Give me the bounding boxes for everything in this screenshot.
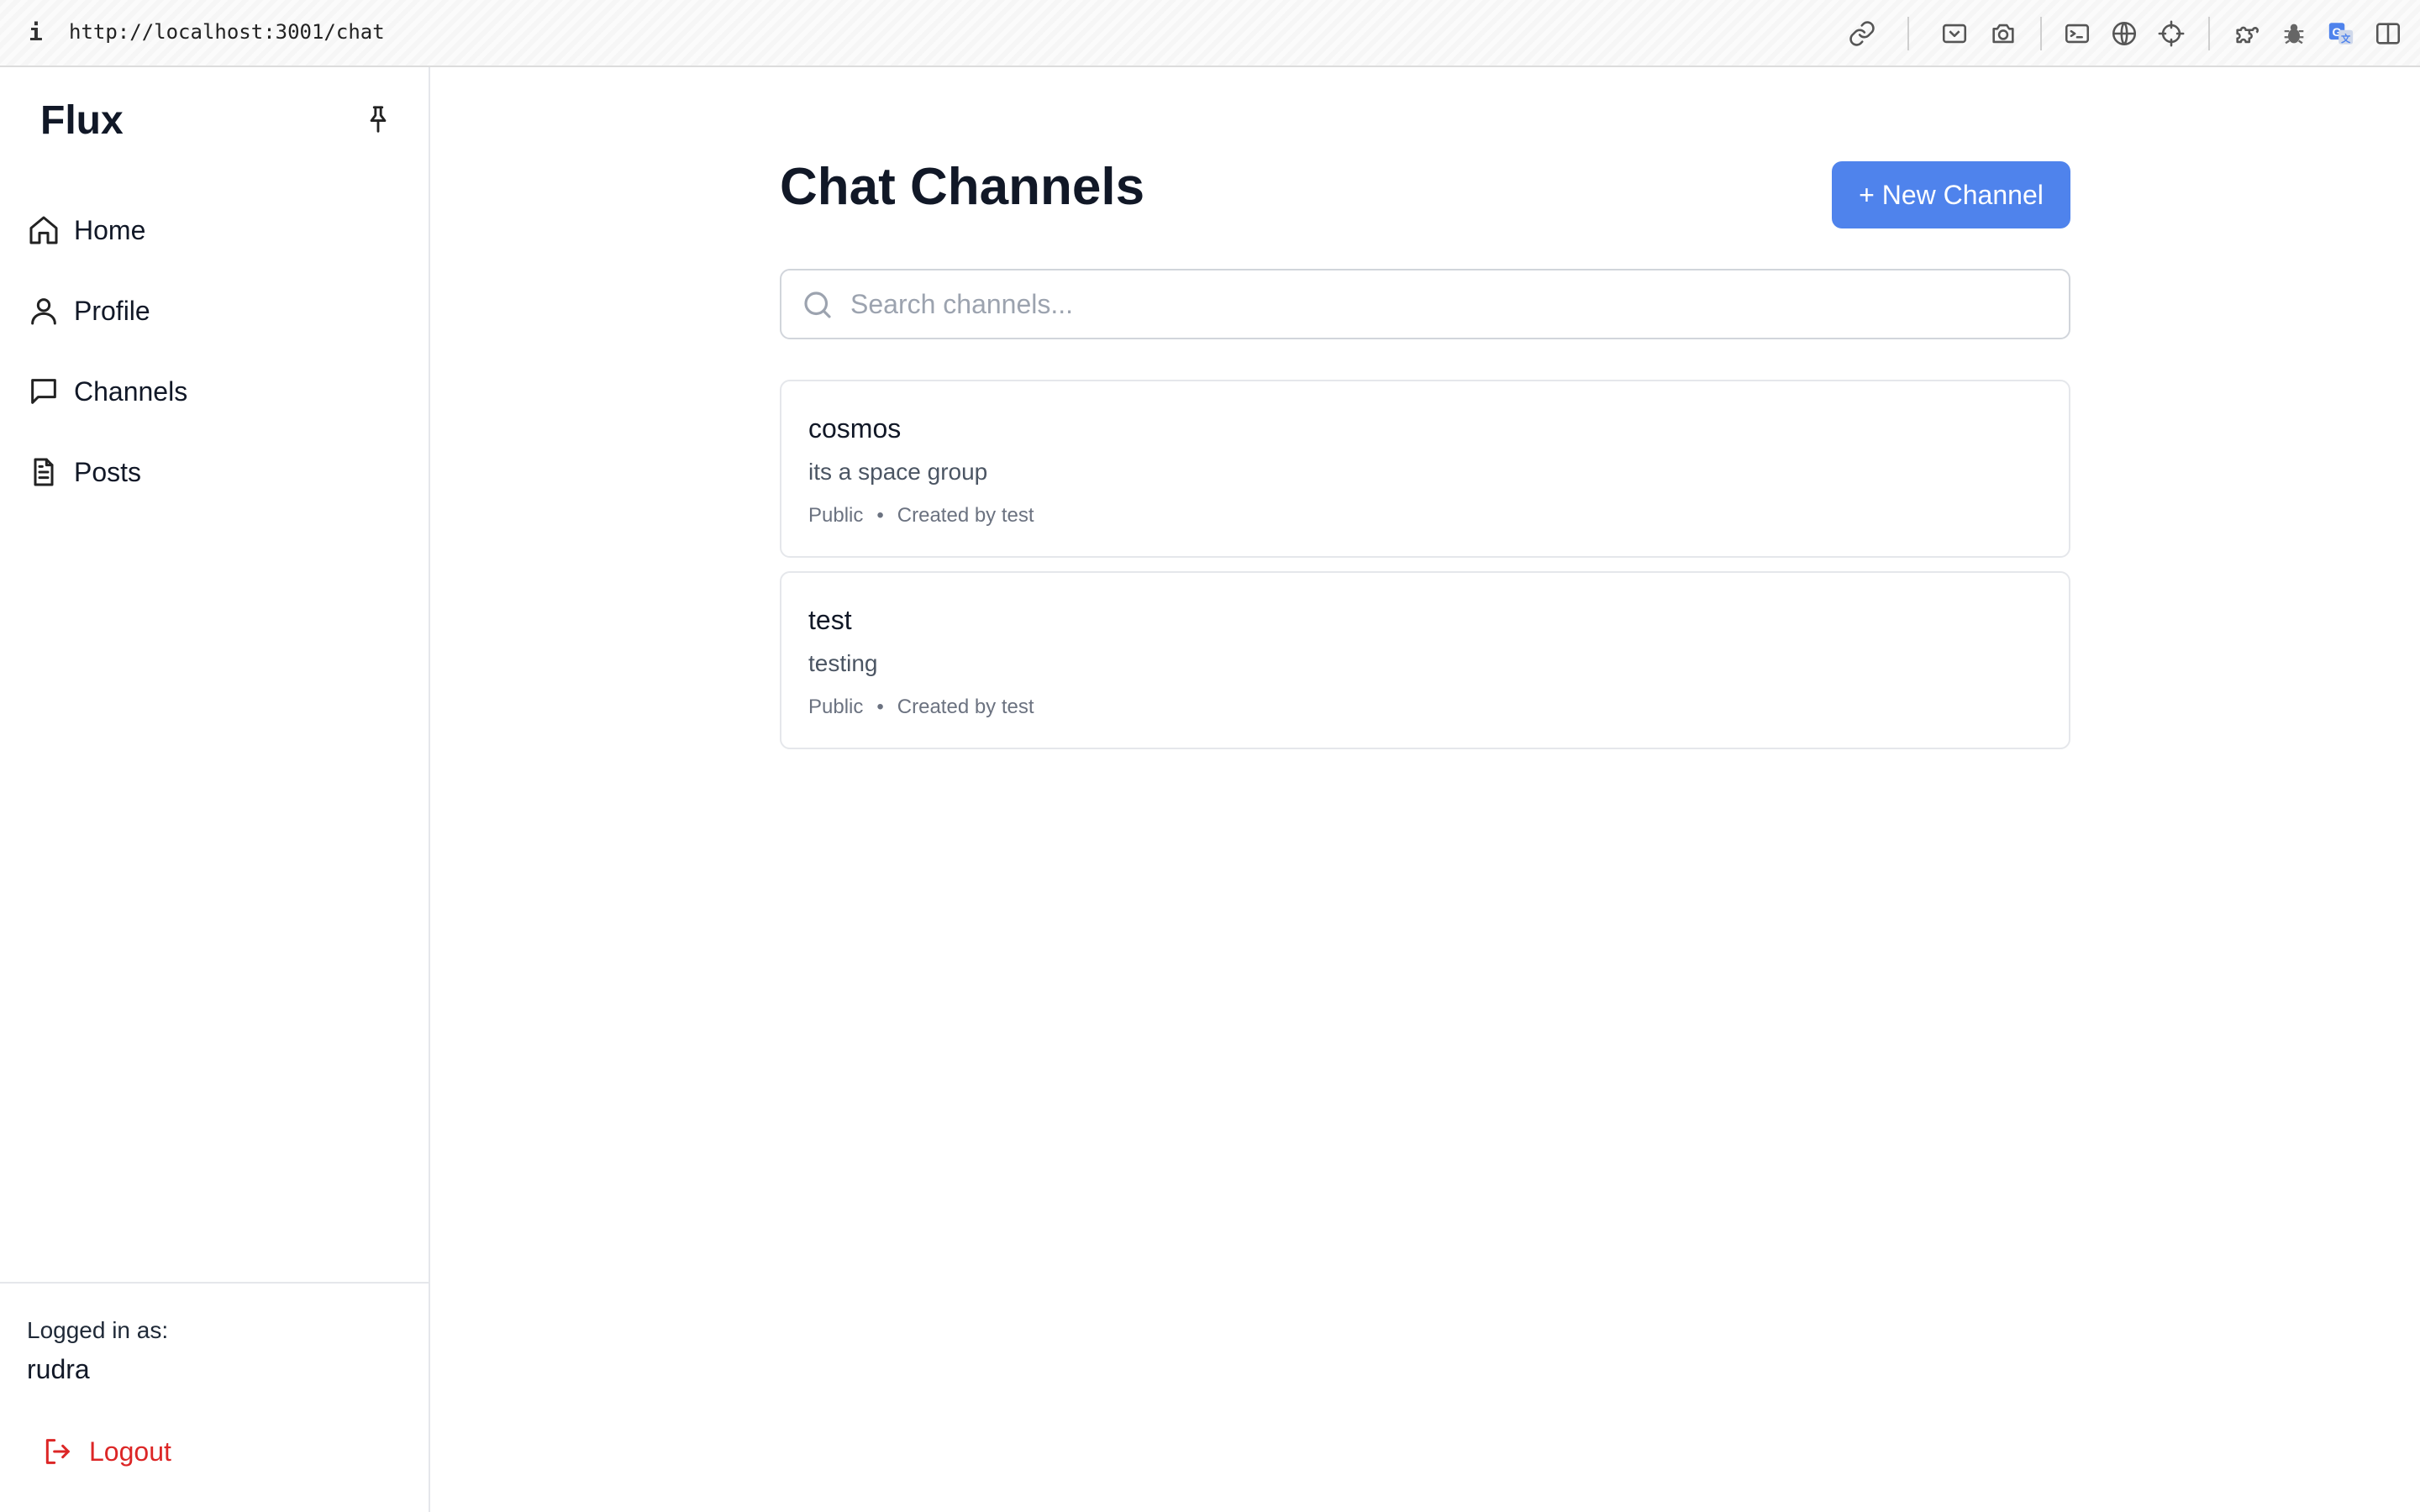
channel-name: test (808, 605, 852, 635)
translate-icon[interactable]: G文 (2324, 17, 2358, 50)
address-bar-url[interactable]: http://localhost:3001/chat (69, 20, 385, 44)
channel-card[interactable]: test testing Public • Created by test (780, 571, 2070, 749)
channel-visibility: Public (808, 504, 864, 527)
username: rudra (27, 1354, 90, 1384)
message-square-icon (27, 375, 60, 408)
channel-card[interactable]: cosmos its a space group Public • Create… (780, 380, 2070, 558)
terminal-icon[interactable] (2060, 17, 2094, 50)
sidebar: Flux Home Profile Channels Posts Logged … (0, 67, 430, 1512)
user-icon (27, 294, 60, 328)
sidebar-item-label: Channels (74, 375, 188, 407)
pin-icon[interactable] (358, 99, 398, 139)
sidebar-item-posts[interactable]: Posts (0, 432, 429, 512)
sidebar-item-label: Posts (74, 456, 142, 487)
extension-puzzle-icon[interactable] (2230, 17, 2264, 50)
main-content: Chat Channels + New Channel cosmos its a… (430, 67, 2420, 1512)
channel-list: cosmos its a space group Public • Create… (780, 380, 2070, 763)
sidebar-item-home[interactable]: Home (0, 190, 429, 270)
camera-icon[interactable] (1986, 17, 2020, 50)
meta-separator: • (876, 504, 884, 527)
home-icon (27, 213, 60, 247)
logout-icon (40, 1435, 74, 1468)
channel-visibility: Public (808, 696, 864, 718)
channel-name: cosmos (808, 413, 902, 444)
sidebar-nav: Home Profile Channels Posts (0, 190, 429, 512)
toolbar-divider (2208, 17, 2210, 50)
link-icon[interactable] (1845, 17, 1879, 50)
toolbar-divider (1907, 17, 1909, 50)
sidebar-toggle-icon[interactable] (2371, 17, 2405, 50)
bug-icon[interactable] (2277, 17, 2311, 50)
file-text-icon (27, 455, 60, 489)
search-icon (800, 287, 835, 323)
sidebar-item-channels[interactable]: Channels (0, 351, 429, 432)
svg-text:文: 文 (2341, 33, 2351, 45)
sidebar-item-label: Profile (74, 295, 150, 326)
sidebar-item-label: Home (74, 214, 146, 245)
screenshot-area-icon[interactable] (1938, 17, 1971, 50)
logout-label: Logout (89, 1436, 171, 1467)
search-input[interactable] (849, 270, 2059, 338)
globe-icon[interactable] (2107, 17, 2141, 50)
sidebar-footer: Logged in as: rudra Logout (0, 1282, 429, 1512)
channel-description: its a space group (808, 459, 988, 485)
app-brand[interactable]: Flux (40, 97, 124, 144)
meta-separator: • (876, 696, 884, 718)
search-box (780, 269, 2070, 339)
crosshair-icon[interactable] (2154, 17, 2188, 50)
new-channel-button[interactable]: + New Channel (1832, 161, 2070, 228)
page-title: Chat Channels (780, 158, 1145, 216)
info-icon[interactable]: i (29, 18, 43, 46)
logged-in-label: Logged in as: (27, 1317, 169, 1343)
channel-meta: Public • Created by test (808, 696, 1034, 719)
channel-description: testing (808, 650, 878, 676)
channel-creator: Created by test (897, 504, 1034, 527)
toolbar-divider (2040, 17, 2042, 50)
logout-button[interactable]: Logout (40, 1431, 171, 1472)
channel-meta: Public • Created by test (808, 504, 1034, 528)
browser-toolbar: i http://localhost:3001/chat G文 (0, 0, 2420, 67)
sidebar-item-profile[interactable]: Profile (0, 270, 429, 351)
channel-creator: Created by test (897, 696, 1034, 718)
